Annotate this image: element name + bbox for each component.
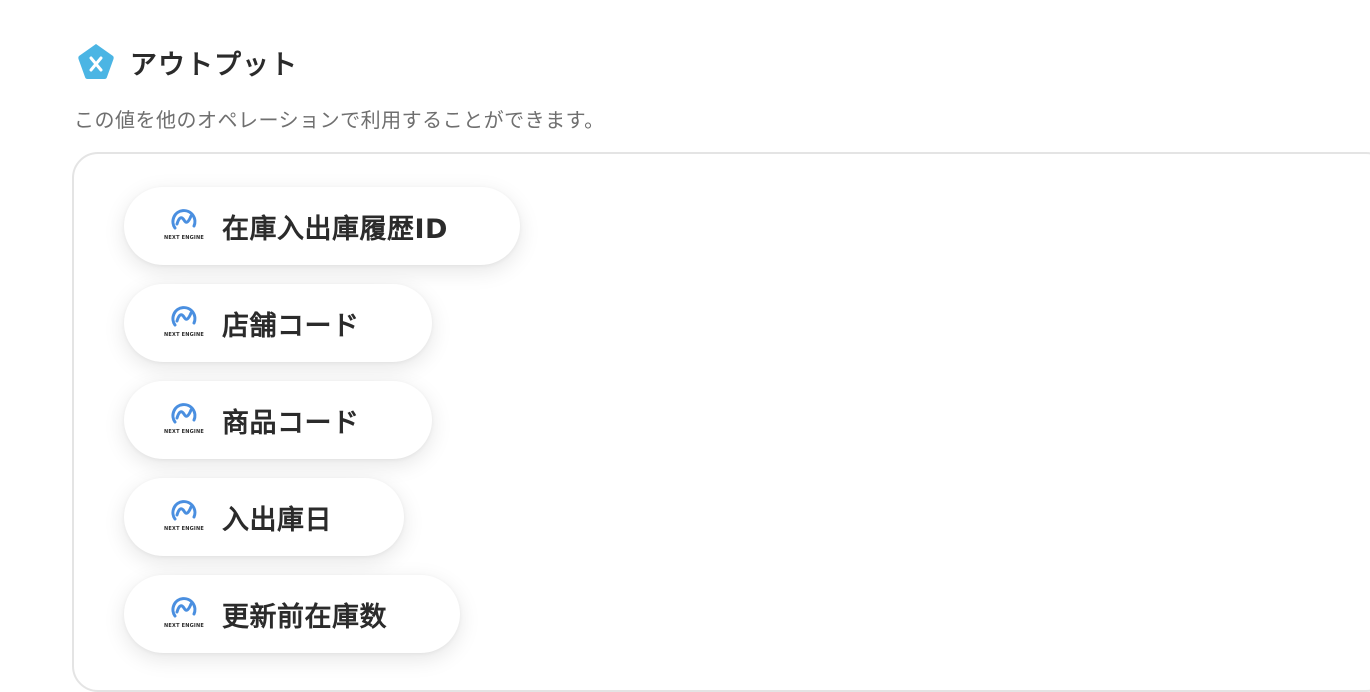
next-engine-logo-text: NEXT ENGINE (164, 526, 204, 532)
next-engine-logo-text: NEXT ENGINE (164, 332, 204, 338)
output-item-label: 更新前在庫数 (222, 601, 387, 633)
output-item-product-code[interactable]: NEXT ENGINE 商品コード (124, 381, 432, 459)
output-item-stock-before-update[interactable]: NEXT ENGINE 更新前在庫数 (124, 575, 460, 653)
output-item-stock-date[interactable]: NEXT ENGINE 入出庫日 (124, 478, 404, 556)
output-title: アウトプット (130, 49, 298, 81)
next-engine-logo-icon: NEXT ENGINE (164, 497, 204, 537)
next-engine-logo-icon: NEXT ENGINE (164, 206, 204, 246)
output-item-label: 入出庫日 (222, 504, 332, 536)
output-description: この値を他のオペレーションで利用することができます。 (74, 108, 605, 132)
next-engine-logo-text: NEXT ENGINE (164, 429, 204, 435)
output-item-label: 在庫入出庫履歴ID (222, 213, 448, 245)
output-header: アウトプット (76, 42, 298, 82)
next-engine-logo-text: NEXT ENGINE (164, 235, 204, 241)
output-item-store-code[interactable]: NEXT ENGINE 店舗コード (124, 284, 432, 362)
next-engine-logo-text: NEXT ENGINE (164, 623, 204, 629)
next-engine-logo-icon: NEXT ENGINE (164, 303, 204, 343)
x-pentagon-icon (78, 44, 114, 79)
next-engine-logo-icon: NEXT ENGINE (164, 400, 204, 440)
output-item-label: 商品コード (222, 407, 360, 439)
next-engine-logo-icon: NEXT ENGINE (164, 594, 204, 634)
output-item-stock-history-id[interactable]: NEXT ENGINE 在庫入出庫履歴ID (124, 187, 520, 265)
output-item-label: 店舗コード (222, 310, 360, 342)
